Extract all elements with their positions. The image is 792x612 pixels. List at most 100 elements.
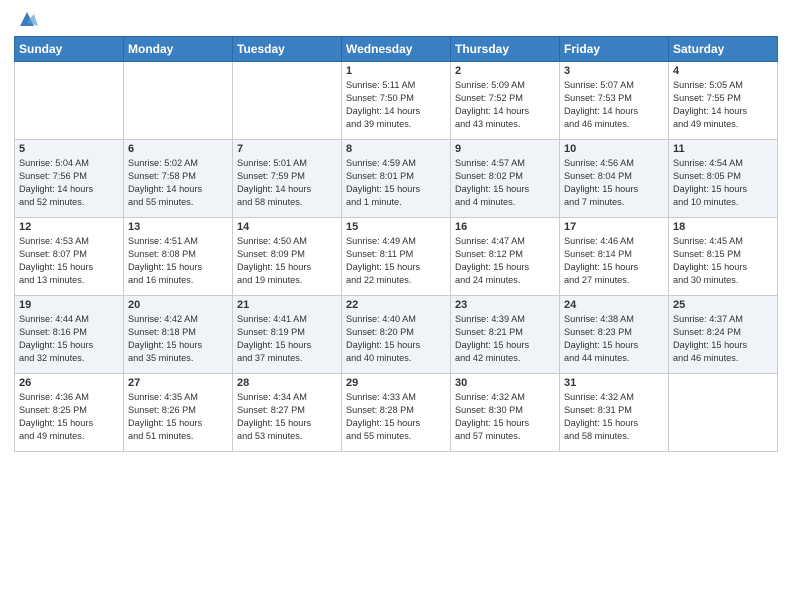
day-number: 18 — [673, 221, 773, 233]
calendar-cell: 12 Sunrise: 4:53 AM Sunset: 8:07 PM Dayli… — [15, 218, 124, 296]
day-number: 13 — [128, 221, 228, 233]
day-number: 14 — [237, 221, 337, 233]
day-info: Sunrise: 5:01 AM Sunset: 7:59 PM Dayligh… — [237, 157, 337, 209]
day-info: Sunrise: 4:36 AM Sunset: 8:25 PM Dayligh… — [19, 391, 119, 443]
day-number: 24 — [564, 299, 664, 311]
day-info: Sunrise: 5:09 AM Sunset: 7:52 PM Dayligh… — [455, 79, 555, 131]
calendar-cell: 11 Sunrise: 4:54 AM Sunset: 8:05 PM Dayli… — [669, 140, 778, 218]
day-number: 2 — [455, 65, 555, 77]
day-info: Sunrise: 4:33 AM Sunset: 8:28 PM Dayligh… — [346, 391, 446, 443]
calendar-cell: 21 Sunrise: 4:41 AM Sunset: 8:19 PM Dayli… — [233, 296, 342, 374]
day-number: 30 — [455, 377, 555, 389]
day-info: Sunrise: 4:50 AM Sunset: 8:09 PM Dayligh… — [237, 235, 337, 287]
day-number: 20 — [128, 299, 228, 311]
day-info: Sunrise: 4:32 AM Sunset: 8:31 PM Dayligh… — [564, 391, 664, 443]
day-info: Sunrise: 4:56 AM Sunset: 8:04 PM Dayligh… — [564, 157, 664, 209]
day-number: 5 — [19, 143, 119, 155]
day-number: 23 — [455, 299, 555, 311]
day-info: Sunrise: 4:49 AM Sunset: 8:11 PM Dayligh… — [346, 235, 446, 287]
calendar-cell: 10Sunrise: 4:56 AM Sunset: 8:04 PM Dayli… — [560, 140, 669, 218]
calendar-cell: 9 Sunrise: 4:57 AM Sunset: 8:02 PM Daylig… — [451, 140, 560, 218]
calendar-header-row: SundayMondayTuesdayWednesdayThursdayFrid… — [15, 37, 778, 62]
day-info: Sunrise: 4:44 AM Sunset: 8:16 PM Dayligh… — [19, 313, 119, 365]
calendar-cell: 15 Sunrise: 4:49 AM Sunset: 8:11 PM Dayli… — [342, 218, 451, 296]
calendar-cell: 4 Sunrise: 5:05 AM Sunset: 7:55 PM Daylig… — [669, 62, 778, 140]
page: SundayMondayTuesdayWednesdayThursdayFrid… — [0, 0, 792, 612]
calendar-cell: 25 Sunrise: 4:37 AM Sunset: 8:24 PM Dayli… — [669, 296, 778, 374]
calendar-header-monday: Monday — [124, 37, 233, 62]
calendar-cell: 19 Sunrise: 4:44 AM Sunset: 8:16 PM Dayli… — [15, 296, 124, 374]
logo-icon — [16, 8, 38, 30]
calendar-cell: 20 Sunrise: 4:42 AM Sunset: 8:18 PM Dayli… — [124, 296, 233, 374]
day-number: 19 — [19, 299, 119, 311]
day-info: Sunrise: 5:05 AM Sunset: 7:55 PM Dayligh… — [673, 79, 773, 131]
day-number: 16 — [455, 221, 555, 233]
day-info: Sunrise: 4:51 AM Sunset: 8:08 PM Dayligh… — [128, 235, 228, 287]
day-info: Sunrise: 4:59 AM Sunset: 8:01 PM Dayligh… — [346, 157, 446, 209]
logo — [14, 10, 38, 30]
day-number: 1 — [346, 65, 446, 77]
day-number: 26 — [19, 377, 119, 389]
day-number: 31 — [564, 377, 664, 389]
calendar-header-wednesday: Wednesday — [342, 37, 451, 62]
day-number: 21 — [237, 299, 337, 311]
day-info: Sunrise: 4:38 AM Sunset: 8:23 PM Dayligh… — [564, 313, 664, 365]
calendar-week-row: 12 Sunrise: 4:53 AM Sunset: 8:07 PM Dayli… — [15, 218, 778, 296]
day-number: 12 — [19, 221, 119, 233]
calendar-cell: 1Sunrise: 5:11 AM Sunset: 7:50 PM Daylig… — [342, 62, 451, 140]
calendar-table: SundayMondayTuesdayWednesdayThursdayFrid… — [14, 36, 778, 452]
calendar-week-row: 1Sunrise: 5:11 AM Sunset: 7:50 PM Daylig… — [15, 62, 778, 140]
day-number: 25 — [673, 299, 773, 311]
calendar-week-row: 19 Sunrise: 4:44 AM Sunset: 8:16 PM Dayli… — [15, 296, 778, 374]
calendar-cell: 27 Sunrise: 4:35 AM Sunset: 8:26 PM Dayli… — [124, 374, 233, 452]
day-number: 9 — [455, 143, 555, 155]
day-info: Sunrise: 4:41 AM Sunset: 8:19 PM Dayligh… — [237, 313, 337, 365]
day-info: Sunrise: 4:37 AM Sunset: 8:24 PM Dayligh… — [673, 313, 773, 365]
calendar-cell: 28 Sunrise: 4:34 AM Sunset: 8:27 PM Dayli… — [233, 374, 342, 452]
day-info: Sunrise: 4:39 AM Sunset: 8:21 PM Dayligh… — [455, 313, 555, 365]
day-info: Sunrise: 4:54 AM Sunset: 8:05 PM Dayligh… — [673, 157, 773, 209]
day-info: Sunrise: 5:02 AM Sunset: 7:58 PM Dayligh… — [128, 157, 228, 209]
calendar-week-row: 26 Sunrise: 4:36 AM Sunset: 8:25 PM Dayli… — [15, 374, 778, 452]
day-info: Sunrise: 4:34 AM Sunset: 8:27 PM Dayligh… — [237, 391, 337, 443]
calendar-cell: 22Sunrise: 4:40 AM Sunset: 8:20 PM Dayli… — [342, 296, 451, 374]
calendar-cell: 23 Sunrise: 4:39 AM Sunset: 8:21 PM Dayli… — [451, 296, 560, 374]
calendar-cell: 30 Sunrise: 4:32 AM Sunset: 8:30 PM Dayli… — [451, 374, 560, 452]
day-number: 28 — [237, 377, 337, 389]
day-info: Sunrise: 5:07 AM Sunset: 7:53 PM Dayligh… — [564, 79, 664, 131]
day-number: 29 — [346, 377, 446, 389]
calendar-cell: 5 Sunrise: 5:04 AM Sunset: 7:56 PM Daylig… — [15, 140, 124, 218]
calendar-cell: 18 Sunrise: 4:45 AM Sunset: 8:15 PM Dayli… — [669, 218, 778, 296]
header — [14, 10, 778, 30]
calendar-cell — [669, 374, 778, 452]
calendar-header-friday: Friday — [560, 37, 669, 62]
day-number: 11 — [673, 143, 773, 155]
calendar-header-sunday: Sunday — [15, 37, 124, 62]
calendar-cell: 7Sunrise: 5:01 AM Sunset: 7:59 PM Daylig… — [233, 140, 342, 218]
day-number: 17 — [564, 221, 664, 233]
day-info: Sunrise: 4:32 AM Sunset: 8:30 PM Dayligh… — [455, 391, 555, 443]
calendar-header-saturday: Saturday — [669, 37, 778, 62]
calendar-cell: 2 Sunrise: 5:09 AM Sunset: 7:52 PM Daylig… — [451, 62, 560, 140]
day-info: Sunrise: 4:57 AM Sunset: 8:02 PM Dayligh… — [455, 157, 555, 209]
day-info: Sunrise: 4:46 AM Sunset: 8:14 PM Dayligh… — [564, 235, 664, 287]
calendar-cell: 13 Sunrise: 4:51 AM Sunset: 8:08 PM Dayli… — [124, 218, 233, 296]
day-info: Sunrise: 4:53 AM Sunset: 8:07 PM Dayligh… — [19, 235, 119, 287]
day-number: 15 — [346, 221, 446, 233]
day-info: Sunrise: 4:45 AM Sunset: 8:15 PM Dayligh… — [673, 235, 773, 287]
day-info: Sunrise: 4:42 AM Sunset: 8:18 PM Dayligh… — [128, 313, 228, 365]
day-number: 4 — [673, 65, 773, 77]
calendar-cell: 17 Sunrise: 4:46 AM Sunset: 8:14 PM Dayli… — [560, 218, 669, 296]
day-info: Sunrise: 5:04 AM Sunset: 7:56 PM Dayligh… — [19, 157, 119, 209]
day-number: 27 — [128, 377, 228, 389]
calendar-cell — [15, 62, 124, 140]
calendar-cell: 26 Sunrise: 4:36 AM Sunset: 8:25 PM Dayli… — [15, 374, 124, 452]
day-info: Sunrise: 4:35 AM Sunset: 8:26 PM Dayligh… — [128, 391, 228, 443]
calendar-cell: 6Sunrise: 5:02 AM Sunset: 7:58 PM Daylig… — [124, 140, 233, 218]
calendar-header-tuesday: Tuesday — [233, 37, 342, 62]
day-number: 3 — [564, 65, 664, 77]
calendar-header-thursday: Thursday — [451, 37, 560, 62]
calendar-cell — [124, 62, 233, 140]
calendar-week-row: 5 Sunrise: 5:04 AM Sunset: 7:56 PM Daylig… — [15, 140, 778, 218]
day-info: Sunrise: 4:40 AM Sunset: 8:20 PM Dayligh… — [346, 313, 446, 365]
